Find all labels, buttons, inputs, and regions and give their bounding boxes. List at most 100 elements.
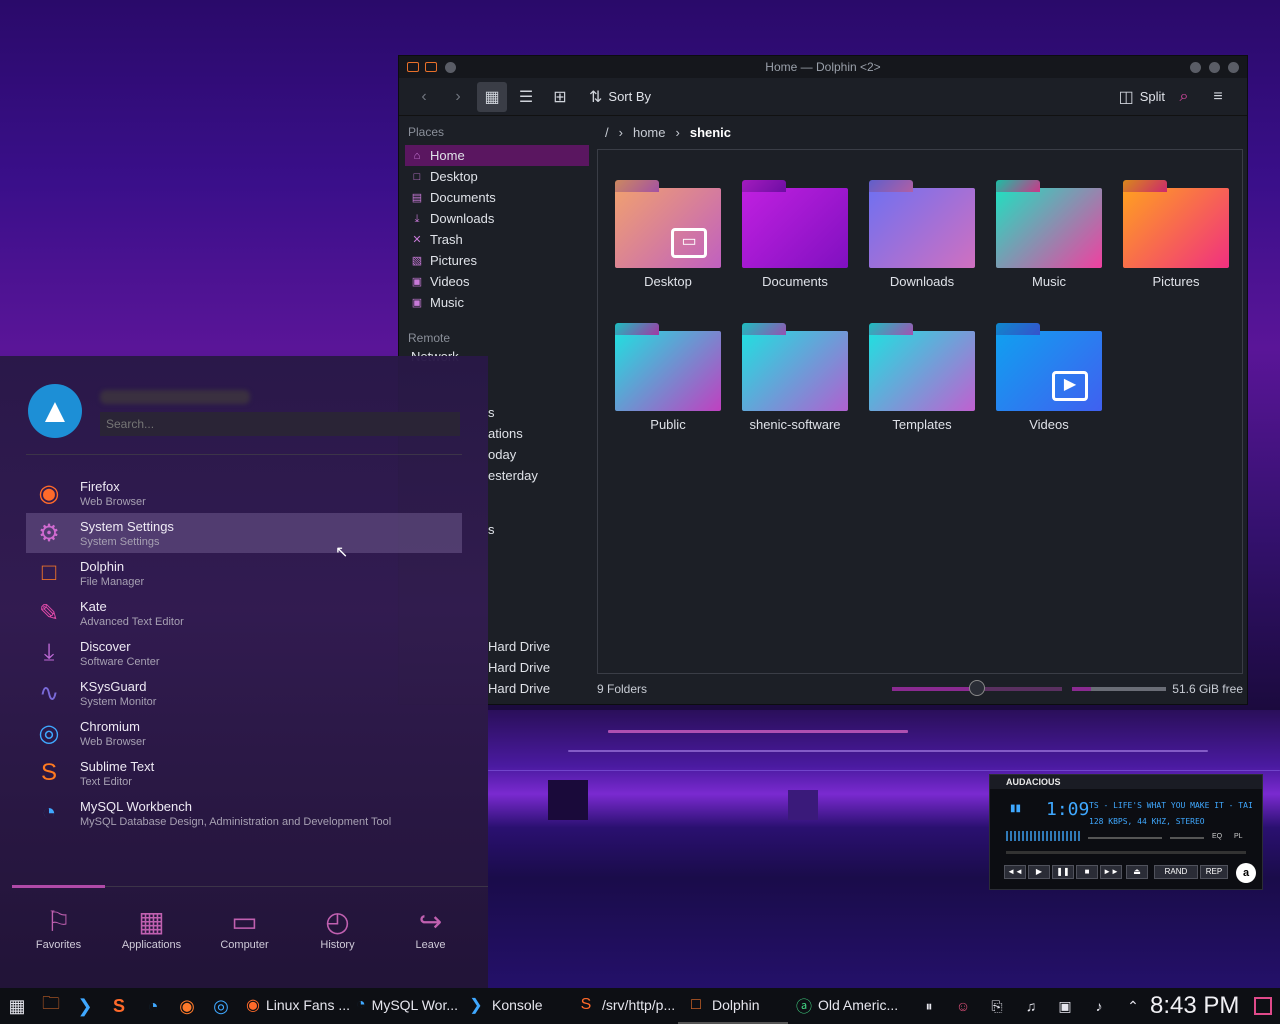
back-icon[interactable]: ‹ [409,82,439,112]
repeat-button[interactable]: REP [1200,865,1228,879]
chevron-up-icon[interactable]: ⌃ [1120,993,1146,1019]
app-dolphin[interactable]: □ Dolphin File Manager [26,553,462,593]
show-desktop-icon[interactable] [1254,997,1272,1015]
folder-pictures[interactable]: Pictures [1116,188,1236,289]
hamburger-menu-icon[interactable]: ≡ [1203,82,1233,112]
pause-button[interactable]: ❚❚ [1052,865,1074,879]
place-partial[interactable]: s [488,405,495,420]
search-icon[interactable]: ⌕ [1169,82,1199,112]
app-firefox[interactable]: ◉ Firefox Web Browser [26,473,462,513]
documents-icon: ▤ [411,191,423,204]
minimize-button[interactable] [1190,61,1201,73]
folder-downloads[interactable]: Downloads [862,188,982,289]
avatar[interactable]: ▲ [28,384,82,438]
place-hard-drive[interactable]: Hard Drive [488,681,550,696]
compact-view-icon[interactable]: ☰ [511,82,541,112]
split-button[interactable]: ◫ Split [1119,82,1165,112]
pin-button[interactable] [445,61,456,73]
folder-icon [425,62,437,72]
place-pictures[interactable]: ▧ Pictures [399,250,595,271]
pictures-icon: ▧ [411,254,423,267]
play-button[interactable]: ▶ [1028,865,1050,879]
task-1[interactable]: ◔ MySQL Wor... [348,988,458,1024]
app-discover[interactable]: ⤓ Discover Software Center [26,633,462,673]
app-system-settings[interactable]: ⚙ System Settings System Settings [26,513,462,553]
title-bar[interactable]: Home — Dolphin <2> [399,56,1247,78]
place-partial[interactable]: oday [488,447,516,462]
clock[interactable]: 8:43 PM [1150,992,1239,1020]
search-input[interactable] [100,412,460,436]
task-0[interactable]: ◉ Linux Fans ... [238,988,350,1024]
tab-favorites[interactable]: ⚐ Favorites [12,885,105,958]
seek-bar[interactable] [1006,851,1246,854]
network-icon[interactable]: ▣ [1052,993,1078,1019]
app-sublime-text[interactable]: S Sublime Text Text Editor [26,753,462,793]
icons-view-icon[interactable]: ▦ [477,81,507,112]
task-4[interactable]: □ Dolphin [678,988,788,1024]
pl-toggle[interactable]: PL [1234,833,1243,840]
folder-shenic-software[interactable]: shenic-software [735,331,855,432]
place-partial[interactable]: esterday [488,468,538,483]
task-5[interactable]: ⓐ Old Americ... [788,988,898,1024]
close-button[interactable] [1228,61,1239,73]
place-music[interactable]: ▣ Music [399,292,595,313]
play-status-icon: ▮▮ [1010,803,1022,814]
volume-slider[interactable] [1088,837,1162,839]
tab-history[interactable]: ◴ History [291,887,384,958]
dolphin-launcher-icon[interactable]: 🗀 [38,993,64,1019]
chromium-launcher-icon[interactable]: ◎ [208,993,234,1019]
place-home[interactable]: ⌂ Home [405,145,589,166]
mysql-launcher-icon[interactable]: ◔ [140,993,166,1019]
tab-leave[interactable]: ↪ Leave [384,887,477,958]
media-icon[interactable]: ⏸ [916,993,942,1019]
forward-icon[interactable]: › [443,82,473,112]
firefox-launcher-icon[interactable]: ◉ [174,993,200,1019]
konsole-launcher-icon[interactable]: ❯ [72,993,98,1019]
taskbar: ▦ 🗀 ❯ S ◔ ◉ ◎ ◉ Linux Fans ... ◔ MySQL Wor.… [0,988,1280,1024]
crumb-home[interactable]: home [633,125,666,140]
place-downloads[interactable]: ⤓ Downloads [399,208,595,229]
place-videos[interactable]: ▣ Videos [399,271,595,292]
eq-toggle[interactable]: EQ [1212,833,1222,840]
stop-button[interactable]: ■ [1076,865,1098,879]
audio-icon[interactable]: ♪ [1086,993,1112,1019]
balance-slider[interactable] [1170,837,1204,839]
eject-button[interactable]: ⏏ [1126,865,1148,879]
sublime-launcher-icon[interactable]: S [106,993,132,1019]
zoom-handle[interactable] [969,680,986,696]
place-partial[interactable]: ations [488,426,523,441]
previous-button[interactable]: ◄◄ [1004,865,1026,879]
shuffle-button[interactable]: RAND [1154,865,1198,879]
volume-icon[interactable]: ♫ [1018,993,1044,1019]
place-hard-drive[interactable]: Hard Drive [488,639,550,654]
place-trash[interactable]: ✕ Trash [399,229,595,250]
app-kate[interactable]: ✎ Kate Advanced Text Editor [26,593,462,633]
place-desktop[interactable]: □ Desktop [399,166,595,187]
folder-music[interactable]: Music [989,188,1109,289]
zoom-slider[interactable] [892,680,1063,696]
user-icon[interactable]: ☺ [950,993,976,1019]
folder-videos[interactable]: ▶ Videos [989,331,1109,432]
place-hard-drive[interactable]: Hard Drive [488,660,550,675]
details-view-icon[interactable]: ⊞ [545,82,575,112]
app-chromium[interactable]: ◎ Chromium Web Browser [26,713,462,753]
maximize-button[interactable] [1209,61,1220,73]
crumb-shenic[interactable]: shenic [690,125,731,140]
folder-public[interactable]: Public [608,331,728,432]
folder-templates[interactable]: Templates [862,331,982,432]
tab-computer[interactable]: ▭ Computer [198,887,291,958]
task-3[interactable]: S/srv/http/p... [568,988,678,1024]
app-launcher-icon[interactable]: ▦ [4,993,30,1019]
app-mysql-workbench[interactable]: ◔ MySQL Workbench MySQL Database Design, A… [26,793,462,833]
app-ksysguard[interactable]: ∿ KSysGuard System Monitor [26,673,462,713]
place-partial[interactable]: s [488,522,495,537]
clipboard-icon[interactable]: ⎘ [984,993,1010,1019]
tab-applications[interactable]: ▦ Applications [105,887,198,958]
crumb-root[interactable]: / [605,125,609,140]
folder-desktop[interactable]: ▭ Desktop [608,188,728,289]
next-button[interactable]: ►► [1100,865,1122,879]
sort-button[interactable]: ⇅ Sort By [589,82,651,112]
folder-documents[interactable]: Documents [735,188,855,289]
task-2[interactable]: ❯ Konsole [458,988,568,1024]
place-documents[interactable]: ▤ Documents [399,187,595,208]
